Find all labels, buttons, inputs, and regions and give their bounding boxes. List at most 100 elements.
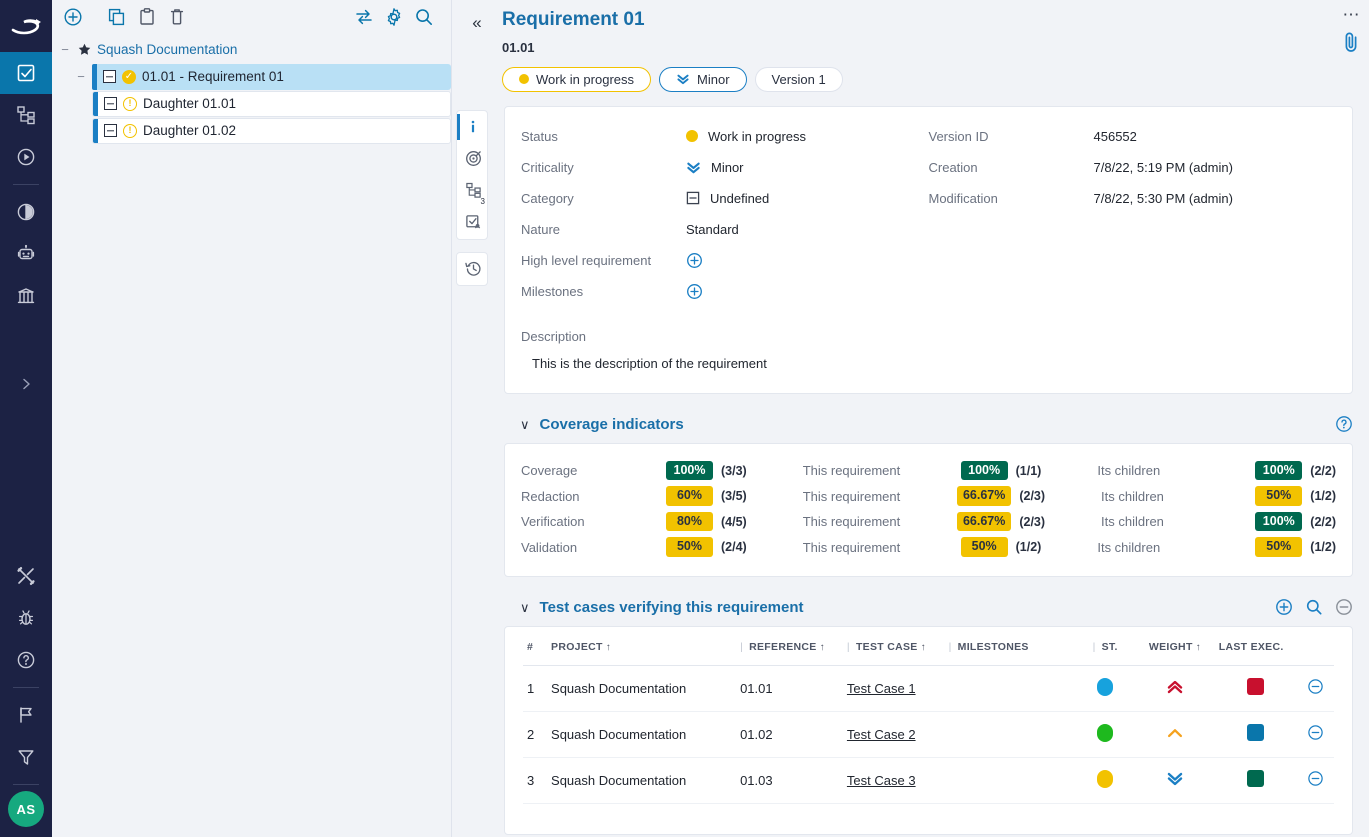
cell-test-case[interactable]: Test Case 2 bbox=[843, 711, 945, 757]
sidebar-item-requirements[interactable] bbox=[0, 52, 52, 94]
tree-node-daughter-0101[interactable]: ! Daughter 01.01 bbox=[92, 91, 451, 117]
col-number[interactable]: # bbox=[523, 627, 547, 666]
minus-circle-icon[interactable] bbox=[1307, 770, 1324, 787]
sidebar-item-automation[interactable] bbox=[0, 233, 52, 275]
cell-remove[interactable] bbox=[1297, 757, 1334, 803]
sidebar-item-milestones[interactable] bbox=[0, 694, 52, 736]
plus-circle-icon[interactable] bbox=[686, 283, 703, 300]
col-last-exec[interactable]: LAST EXEC. bbox=[1215, 627, 1297, 666]
cell-test-case[interactable]: Test Case 1 bbox=[843, 665, 945, 711]
plus-circle-icon[interactable] bbox=[1275, 598, 1293, 616]
status-dot-icon bbox=[1097, 770, 1113, 788]
description-text[interactable]: This is the description of the requireme… bbox=[521, 356, 1336, 371]
table-row[interactable]: 2 Squash Documentation 01.02 Test Case 2 bbox=[523, 711, 1334, 757]
yellow-dot-icon bbox=[686, 130, 698, 142]
test-cases-section-header[interactable]: ∨ Test cases verifying this requirement bbox=[520, 599, 1353, 616]
plus-circle-icon[interactable] bbox=[686, 252, 703, 269]
avatar[interactable]: AS bbox=[8, 791, 44, 827]
sidebar-item-help[interactable] bbox=[0, 639, 52, 681]
tree-node-row[interactable]: ! Daughter 01.02 bbox=[52, 117, 451, 144]
cell-test-case[interactable]: Test Case 3 bbox=[843, 757, 945, 803]
search-icon[interactable] bbox=[1305, 598, 1323, 616]
question-circle-icon[interactable] bbox=[1335, 415, 1353, 433]
coverage-help bbox=[1335, 415, 1353, 433]
tree-node-row[interactable]: ! Daughter 01.01 bbox=[52, 90, 451, 117]
sidebar-item-library[interactable] bbox=[0, 275, 52, 317]
tree-node-daughter-0102[interactable]: ! Daughter 01.02 bbox=[92, 118, 451, 144]
ellipsis-icon[interactable]: ⋯ bbox=[1343, 6, 1361, 23]
minus-circle-icon[interactable] bbox=[1307, 678, 1324, 695]
field-value-criticality: Minor bbox=[686, 152, 929, 183]
field-value-modification: 7/8/22, 5:30 PM (admin) bbox=[1094, 183, 1337, 214]
col-reference[interactable]: |REFERENCE↑ bbox=[736, 627, 843, 666]
tree-root-toggle[interactable]: − bbox=[58, 43, 72, 57]
table-row[interactable]: 3 Squash Documentation 01.03 Test Case 3 bbox=[523, 757, 1334, 803]
sidebar-item-tools[interactable] bbox=[0, 555, 52, 597]
minus-circle-icon[interactable] bbox=[1307, 724, 1324, 741]
field-label-milestones: Milestones bbox=[521, 276, 686, 307]
copy-icon[interactable] bbox=[102, 2, 132, 32]
sidebar-item-filters[interactable] bbox=[0, 736, 52, 778]
cell-remove[interactable] bbox=[1297, 711, 1334, 757]
cell-status bbox=[1075, 711, 1135, 757]
tree-node-label: 01.01 - Requirement 01 bbox=[142, 69, 284, 84]
table-row[interactable]: 1 Squash Documentation 01.01 Test Case 1 bbox=[523, 665, 1334, 711]
transfer-arrows-icon[interactable] bbox=[349, 2, 379, 32]
tree-node-toggle[interactable]: − bbox=[74, 70, 88, 84]
double-chevron-up-icon bbox=[1166, 678, 1184, 696]
squash-logo[interactable] bbox=[0, 0, 52, 52]
field-value-category: Undefined bbox=[686, 183, 929, 214]
sidebar-item-reports[interactable] bbox=[0, 191, 52, 233]
trash-icon[interactable] bbox=[162, 2, 192, 32]
square-minus-icon[interactable] bbox=[104, 97, 117, 110]
clipboard-icon[interactable] bbox=[132, 2, 162, 32]
col-milestones[interactable]: |MILESTONES bbox=[945, 627, 1076, 666]
rail-expand-button[interactable] bbox=[0, 367, 52, 401]
tree-root-node[interactable]: − Squash Documentation bbox=[52, 36, 451, 63]
col-project[interactable]: PROJECT↑ bbox=[547, 627, 736, 666]
double-chevron-down-icon bbox=[676, 72, 690, 86]
collapse-tree-button[interactable]: « bbox=[466, 14, 488, 31]
cell-number: 3 bbox=[523, 757, 547, 803]
last-exec-status-icon bbox=[1247, 770, 1264, 787]
square-minus-icon[interactable] bbox=[103, 70, 116, 83]
coverage-section-header[interactable]: ∨ Coverage indicators bbox=[520, 416, 1353, 433]
cell-reference: 01.02 bbox=[736, 711, 843, 757]
test-case-link[interactable]: Test Case 2 bbox=[847, 727, 916, 742]
tab-coverage[interactable] bbox=[457, 143, 488, 175]
minus-circle-icon[interactable] bbox=[1335, 598, 1353, 616]
this-requirement-label: This requirement bbox=[747, 514, 957, 529]
sidebar-item-bugtracker[interactable] bbox=[0, 597, 52, 639]
field-label-version-id: Version ID bbox=[929, 121, 1094, 152]
chevron-down-icon[interactable]: ∨ bbox=[520, 418, 530, 431]
main-panel: « Requirement 01 01.01 Work in progress … bbox=[452, 0, 1369, 837]
tree-node-row[interactable]: − ✓ 01.01 - Requirement 01 bbox=[52, 63, 451, 90]
tab-information[interactable] bbox=[457, 111, 488, 143]
coverage-children: 100% (2/2) bbox=[1255, 512, 1336, 532]
spacer bbox=[929, 245, 1094, 276]
criticality-badge[interactable]: Minor bbox=[659, 67, 747, 92]
test-case-link[interactable]: Test Case 1 bbox=[847, 681, 916, 696]
tab-history[interactable] bbox=[457, 253, 488, 285]
field-label-status: Status bbox=[521, 121, 686, 152]
version-badge[interactable]: Version 1 bbox=[755, 67, 843, 92]
sidebar-item-campaigns[interactable] bbox=[0, 136, 52, 178]
col-test-case[interactable]: |TEST CASE↑ bbox=[843, 627, 945, 666]
sidebar-item-test-cases[interactable] bbox=[0, 94, 52, 136]
test-case-link[interactable]: Test Case 3 bbox=[847, 773, 916, 788]
gear-icon[interactable] bbox=[379, 2, 409, 32]
search-icon[interactable] bbox=[409, 2, 439, 32]
chevron-down-icon[interactable]: ∨ bbox=[520, 601, 530, 614]
tab-verifying-test-cases[interactable] bbox=[457, 207, 488, 239]
coverage-global: 60% (3/5) bbox=[666, 486, 747, 506]
tab-linked-requirements[interactable]: 3 bbox=[457, 175, 488, 207]
col-weight[interactable]: WEIGHT↑ bbox=[1135, 627, 1215, 666]
cell-remove[interactable] bbox=[1297, 665, 1334, 711]
tree-node-requirement-01[interactable]: ✓ 01.01 - Requirement 01 bbox=[92, 64, 451, 90]
add-icon[interactable] bbox=[58, 2, 88, 32]
square-minus-icon[interactable] bbox=[104, 124, 117, 137]
col-status[interactable]: |ST. bbox=[1075, 627, 1135, 666]
spacer bbox=[929, 276, 1094, 307]
status-badge[interactable]: Work in progress bbox=[502, 67, 651, 92]
paperclip-icon[interactable] bbox=[1342, 31, 1361, 53]
